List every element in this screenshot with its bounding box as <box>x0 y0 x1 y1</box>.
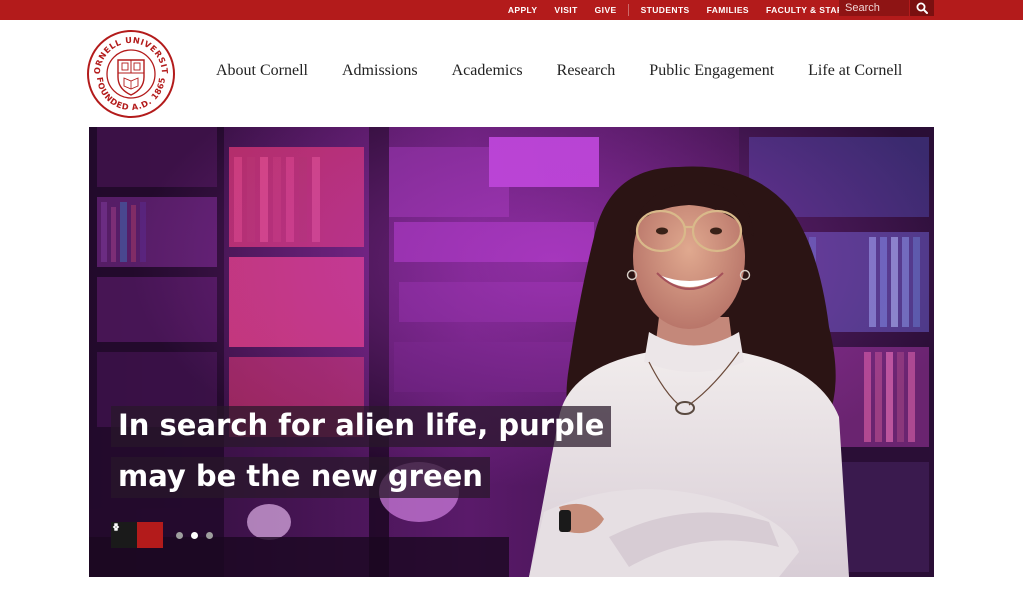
nav-admissions[interactable]: Admissions <box>342 62 418 80</box>
utility-link-apply[interactable]: APPLY <box>499 0 546 20</box>
hero-carousel: In search for alien life, purple may be … <box>89 127 934 577</box>
nav-research[interactable]: Research <box>557 62 616 80</box>
carousel-dot-2[interactable] <box>191 531 198 539</box>
utility-bar: APPLY VISIT GIVE STUDENTS FAMILIES FACUL… <box>0 0 1023 20</box>
nav-life-at-cornell[interactable]: Life at Cornell <box>808 62 902 80</box>
utility-link-students[interactable]: STUDENTS <box>632 0 698 20</box>
hero-photo <box>89 127 934 577</box>
carousel-next-button[interactable] <box>113 522 163 548</box>
nav-about-cornell[interactable]: About Cornell <box>216 62 308 80</box>
hero-headline[interactable]: In search for alien life, purple may be … <box>111 400 631 502</box>
carousel-dot-3[interactable] <box>206 531 213 539</box>
carousel-controls <box>111 522 221 548</box>
main-nav: About Cornell Admissions Academics Resea… <box>216 61 902 81</box>
hero-headline-text: In search for alien life, purple may be … <box>111 406 612 498</box>
search-input[interactable] <box>839 0 909 16</box>
utility-link-give[interactable]: GIVE <box>586 0 625 20</box>
magnifier-icon <box>916 2 928 14</box>
seal-graphic: CORNELL UNIVERSITY FOUNDED A.D. 1865 <box>82 21 175 118</box>
utility-divider <box>628 4 630 16</box>
search-button[interactable] <box>910 0 934 16</box>
carousel-dots <box>176 531 221 539</box>
nav-public-engagement[interactable]: Public Engagement <box>649 62 774 80</box>
cornell-seal-logo[interactable]: CORNELL UNIVERSITY FOUNDED A.D. 1865 <box>82 21 176 119</box>
utility-link-visit[interactable]: VISIT <box>546 0 586 20</box>
carousel-dot-1[interactable] <box>176 531 183 539</box>
utility-link-families[interactable]: FAMILIES <box>698 0 757 20</box>
nav-academics[interactable]: Academics <box>452 62 523 80</box>
chevron-right-icon <box>113 522 120 532</box>
